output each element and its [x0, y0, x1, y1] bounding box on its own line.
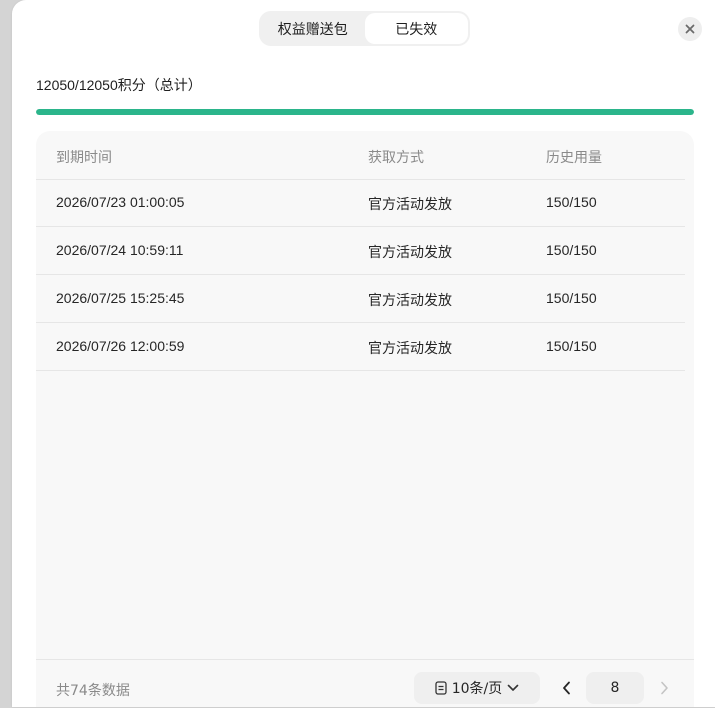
progress-fill [36, 109, 694, 115]
next-page-button[interactable] [652, 674, 676, 702]
usage-cell: 150/150 [546, 290, 597, 306]
prev-page-button[interactable] [554, 674, 578, 702]
current-page-input[interactable]: 8 [586, 672, 644, 704]
source-cell: 官方活动发放 [368, 340, 452, 356]
expire-time-cell: 2026/07/26 12:00:59 [56, 338, 185, 354]
table-footer: 共74条数据 10条/页 8 [36, 659, 694, 708]
close-icon [685, 24, 695, 34]
records-table: 到期时间 获取方式 历史用量 2026/07/23 01:00:05 官方活动发… [36, 131, 694, 707]
chevron-left-icon [562, 681, 570, 695]
credits-modal: 权益赠送包 已失效 12050/12050积分（总计） 到期时间 获取方式 历史… [12, 0, 715, 707]
chevron-right-icon [660, 681, 668, 695]
total-count: 共74条数据 [56, 683, 130, 699]
column-header-usage: 历史用量 [546, 150, 602, 166]
page-size-select[interactable]: 10条/页 [414, 672, 540, 704]
source-cell: 官方活动发放 [368, 196, 452, 212]
chevron-down-icon [507, 684, 519, 691]
tab-expired[interactable]: 已失效 [364, 13, 468, 44]
points-summary: 12050/12050积分（总计） [36, 77, 202, 93]
column-header-expire-time: 到期时间 [56, 150, 112, 166]
expire-time-cell: 2026/07/24 10:59:11 [56, 242, 184, 258]
segment-tabs: 权益赠送包 已失效 [259, 11, 470, 46]
usage-cell: 150/150 [546, 338, 597, 354]
table-row: 2026/07/25 15:25:45 官方活动发放 150/150 [36, 275, 685, 323]
table-header: 到期时间 获取方式 历史用量 [36, 131, 685, 180]
tab-benefit-package[interactable]: 权益赠送包 [261, 13, 365, 44]
usage-cell: 150/150 [546, 194, 597, 210]
table-row: 2026/07/26 12:00:59 官方活动发放 150/150 [36, 323, 685, 371]
usage-cell: 150/150 [546, 242, 597, 258]
page-size-label: 10条/页 [451, 681, 503, 697]
points-progress-bar [36, 109, 694, 115]
expire-time-cell: 2026/07/23 01:00:05 [56, 194, 185, 210]
source-cell: 官方活动发放 [368, 292, 452, 308]
document-icon [435, 681, 447, 695]
column-header-source: 获取方式 [368, 150, 424, 166]
close-button[interactable] [678, 17, 702, 41]
source-cell: 官方活动发放 [368, 244, 452, 260]
table-row: 2026/07/23 01:00:05 官方活动发放 150/150 [36, 179, 685, 227]
expire-time-cell: 2026/07/25 15:25:45 [56, 290, 185, 306]
table-row: 2026/07/24 10:59:11 官方活动发放 150/150 [36, 227, 685, 275]
